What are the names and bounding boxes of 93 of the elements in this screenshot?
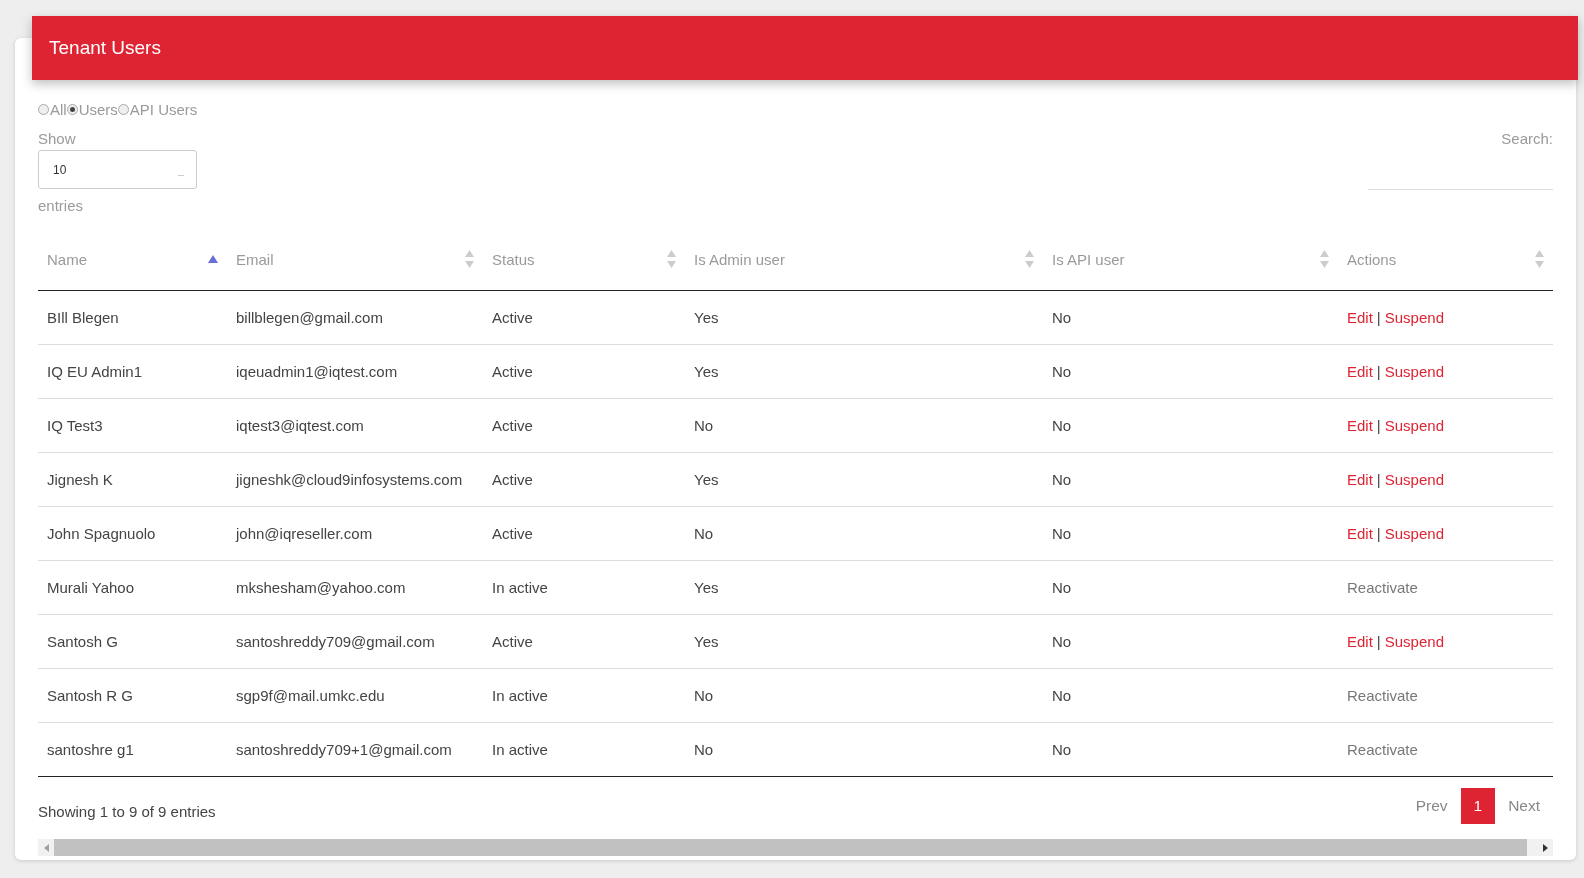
horizontal-scrollbar[interactable] [38,839,1553,856]
admin-cell: No [694,687,714,704]
status-cell: In active [492,579,548,596]
name-cell: Murali Yahoo [47,579,134,596]
status-cell: Active [492,633,533,650]
admin-cell: No [694,525,714,542]
name-cell: John Spagnuolo [47,525,156,542]
email-cell: john@iqreseller.com [236,525,373,542]
status-cell: Active [492,363,533,380]
api-user-cell: No [1052,687,1072,704]
api-user-cell: No [1052,633,1072,650]
reactivate-link[interactable]: Reactivate [1347,579,1418,596]
status-cell: Active [492,525,533,542]
separator-text: | [1376,309,1381,326]
name-cell: Santosh G [47,633,118,650]
column-header[interactable]: Is API user [1052,250,1125,268]
email-cell: iqeuadmin1@iqtest.com [236,363,398,380]
entries-label: entries [38,197,85,214]
scroll-right-icon[interactable] [1542,843,1548,852]
edit-link[interactable]: Edit [1347,471,1373,488]
status-cell: In active [492,741,548,758]
filter-radio[interactable]: All [38,101,67,118]
column-header[interactable]: Actions [1347,250,1397,268]
admin-cell: Yes [694,309,719,326]
api-user-cell: No [1052,579,1072,596]
status-cell: Active [492,417,533,434]
table-info: Showing 1 to 9 of 9 entries [38,802,216,820]
name-cell: Jignesh K [47,471,113,488]
filter-radio[interactable]: Users [66,101,118,118]
api-user-cell: No [1052,417,1072,434]
admin-cell: Yes [694,363,719,380]
edit-link[interactable]: Edit [1347,309,1373,326]
status-cell: In active [492,687,548,704]
pagination-button[interactable]: Next [1495,788,1553,824]
suspend-link[interactable]: Suspend [1384,471,1444,488]
admin-cell: Yes [694,471,719,488]
reactivate-link[interactable]: Reactivate [1347,741,1418,758]
separator-text: | [1376,471,1381,488]
show-label: Show [38,130,77,147]
email-cell: jigneshk@cloud9infosystems.com [236,471,463,488]
email-cell: mkshesham@yahoo.com [236,579,406,596]
separator-text: | [1376,363,1381,380]
name-cell: IQ Test3 [47,417,103,434]
sort-icon[interactable] [667,250,676,268]
admin-cell: Yes [694,579,719,596]
email-cell: santoshreddy709+1@gmail.com [236,741,452,758]
email-cell: sgp9f@mail.umkc.edu [236,687,385,704]
suspend-link[interactable]: Suspend [1384,417,1444,434]
edit-link[interactable]: Edit [1347,525,1373,542]
admin-cell: No [694,741,714,758]
separator-text: | [1376,525,1381,542]
admin-cell: Yes [694,633,719,650]
separator-text: | [1376,633,1381,650]
sort-icon[interactable] [1025,250,1034,268]
sort-icon[interactable] [465,250,474,268]
suspend-link[interactable]: Suspend [1384,633,1444,650]
column-header[interactable]: Is Admin user [694,250,785,268]
sort-icon[interactable] [1320,250,1329,268]
name-cell: Santosh R G [47,687,133,704]
suspend-link[interactable]: Suspend [1384,363,1444,380]
pagination-button[interactable]: Prev [1402,788,1461,824]
edit-link[interactable]: Edit [1347,633,1373,650]
suspend-link[interactable]: Suspend [1384,309,1444,326]
api-user-cell: No [1052,471,1072,488]
entries-select[interactable]: 10 _ [38,150,197,189]
sort-icon[interactable] [1535,250,1544,268]
api-user-cell: No [1052,309,1072,326]
sort-ascending-icon[interactable] [208,255,218,263]
admin-cell: No [694,417,714,434]
pagination-button[interactable]: 1 [1460,788,1496,824]
column-header[interactable]: Name [47,250,87,268]
email-cell: santoshreddy709@gmail.com [236,633,435,650]
filter-radio[interactable]: API Users [117,101,198,118]
edit-link[interactable]: Edit [1347,363,1373,380]
column-header[interactable]: Status [492,250,535,268]
column-header[interactable]: Email [236,250,274,268]
email-cell: billblegen@gmail.com [236,309,383,326]
reactivate-link[interactable]: Reactivate [1347,687,1418,704]
api-user-cell: No [1052,741,1072,758]
page-header: Tenant Users [32,16,1578,80]
edit-link[interactable]: Edit [1347,417,1373,434]
name-cell: BIll Blegen [47,309,119,326]
name-cell: IQ EU Admin1 [47,363,143,380]
status-cell: Active [492,471,533,488]
name-cell: santoshre g1 [47,741,134,758]
suspend-link[interactable]: Suspend [1384,525,1444,542]
status-cell: Active [492,309,533,326]
search-label: Search: [1501,130,1553,147]
separator-text: | [1376,417,1381,434]
api-user-cell: No [1052,525,1072,542]
email-cell: iqtest3@iqtest.com [236,417,364,434]
api-user-cell: No [1052,363,1072,380]
scroll-left-icon[interactable] [43,843,49,852]
